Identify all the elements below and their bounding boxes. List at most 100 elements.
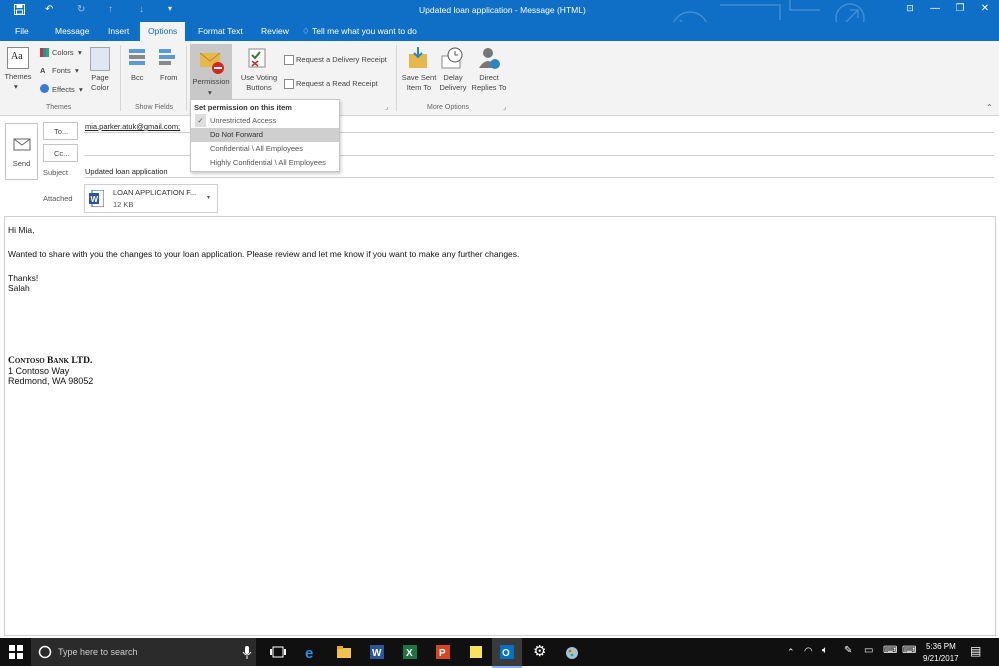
group-show-fields-label: Show Fields bbox=[135, 104, 174, 111]
network-icon[interactable]: ◠ bbox=[804, 646, 813, 657]
tab-insert[interactable]: Insert bbox=[108, 26, 129, 36]
permission-item-label: Confidential \ All Employees bbox=[210, 144, 303, 153]
save-icon[interactable] bbox=[14, 4, 25, 18]
permission-item-confidential[interactable]: Confidential \ All Employees bbox=[191, 142, 339, 156]
save-sent-icon[interactable] bbox=[407, 46, 431, 70]
up-arrow-icon[interactable]: ↑ bbox=[108, 4, 113, 15]
to-recipient[interactable]: mia.parker.atuk@gmail.com; bbox=[85, 122, 180, 131]
signature-name: Salah bbox=[8, 283, 30, 293]
word-doc-icon: W bbox=[89, 190, 104, 207]
themes-button[interactable]: Themes bbox=[3, 72, 33, 81]
subject-value[interactable]: Updated loan application bbox=[85, 167, 168, 176]
tab-review[interactable]: Review bbox=[261, 26, 289, 36]
clock-date[interactable]: 9/21/2017 bbox=[923, 654, 959, 663]
page-color-button[interactable]: Page Color bbox=[85, 73, 115, 93]
group-divider bbox=[396, 45, 397, 111]
redo-icon[interactable]: ↻ bbox=[77, 4, 85, 15]
tell-me-search[interactable]: Tell me what you want to do bbox=[312, 26, 417, 36]
attachment-chip[interactable]: W LOAN APPLICATION F... 12 KB ▾ bbox=[84, 184, 218, 213]
use-voting-buttons-button[interactable]: Use Voting Buttons bbox=[237, 73, 281, 93]
fonts-button[interactable]: Fonts bbox=[52, 66, 71, 75]
svg-text:P: P bbox=[439, 648, 446, 659]
down-arrow-icon[interactable]: ↓ bbox=[139, 4, 144, 15]
colors-button[interactable]: Colors bbox=[52, 48, 74, 57]
permission-button[interactable]: Permission ▾ bbox=[190, 44, 232, 99]
to-label: To... bbox=[54, 127, 69, 136]
window-title: Updated loan application - Message (HTML… bbox=[419, 5, 586, 15]
tab-options[interactable]: Options bbox=[140, 22, 186, 41]
collapse-ribbon-icon[interactable]: ⌃ bbox=[986, 103, 993, 112]
tab-format-text[interactable]: Format Text bbox=[198, 26, 243, 36]
excel-icon[interactable]: X bbox=[402, 644, 418, 660]
checkmark-icon: ✓ bbox=[195, 114, 206, 127]
close-button[interactable]: ✕ bbox=[975, 3, 995, 17]
task-view-icon[interactable] bbox=[270, 644, 286, 660]
permission-item-highly-confidential[interactable]: Highly Confidential \ All Employees bbox=[191, 156, 339, 170]
delay-delivery-button[interactable]: Delay Delivery bbox=[437, 73, 469, 93]
send-button[interactable]: Send bbox=[5, 123, 38, 180]
ribbon-display-icon[interactable]: ⊡ bbox=[900, 3, 920, 17]
minimize-button[interactable]: — bbox=[925, 3, 945, 17]
settings-gear-icon[interactable]: ⚙ bbox=[533, 642, 549, 660]
direct-replies-button[interactable]: Direct Replies To bbox=[470, 73, 508, 93]
powerpoint-icon[interactable]: P bbox=[435, 644, 451, 660]
read-receipt-label: Request a Read Receipt bbox=[296, 79, 378, 88]
dialog-launcher-icon[interactable]: ⌟ bbox=[503, 103, 506, 111]
permission-item-unrestricted[interactable]: ✓ Unrestricted Access bbox=[191, 114, 339, 128]
effects-button[interactable]: Effects bbox=[52, 85, 75, 94]
voting-buttons-icon[interactable] bbox=[247, 47, 267, 69]
group-more-options-label: More Options bbox=[427, 104, 470, 111]
from-icon[interactable] bbox=[158, 48, 178, 66]
attachment-size: 12 KB bbox=[113, 200, 134, 209]
circuit-decoration bbox=[673, 0, 865, 22]
taskbar: Type here to search e W X P O ⚙ ⌃ ◠ 🔈︎ ✎… bbox=[0, 638, 999, 668]
touch-keyboard-icon[interactable]: ⌨ bbox=[883, 645, 897, 656]
delivery-receipt-checkbox[interactable] bbox=[284, 55, 294, 65]
taskbar-search[interactable]: Type here to search bbox=[31, 638, 256, 666]
undo-icon[interactable]: ↶ bbox=[45, 4, 53, 15]
address-line-2: Redmond, WA 98052 bbox=[8, 376, 94, 386]
themes-icon[interactable]: Aa bbox=[7, 47, 29, 69]
to-button[interactable]: To... bbox=[43, 122, 78, 140]
cc-button[interactable]: Cc... bbox=[43, 144, 78, 162]
bcc-icon[interactable] bbox=[128, 48, 146, 66]
pen-icon[interactable]: ✎ bbox=[844, 645, 852, 656]
chevron-down-icon: ▾ bbox=[79, 85, 83, 94]
clock-time[interactable]: 5:36 PM bbox=[926, 642, 956, 651]
title-bar: ↶ ↻ ↑ ↓ ▾ Updated loan application - Mes… bbox=[0, 0, 999, 22]
action-center-icon[interactable]: ▤ bbox=[970, 644, 981, 658]
dialog-launcher-icon[interactable]: ⌟ bbox=[385, 103, 388, 111]
volume-icon[interactable]: 🔈︎ bbox=[822, 645, 828, 656]
direct-replies-icon[interactable] bbox=[477, 46, 501, 70]
sticky-notes-icon[interactable] bbox=[468, 644, 484, 660]
bcc-button[interactable]: Bcc bbox=[131, 73, 144, 82]
keyboard-icon[interactable]: ⌨ bbox=[902, 645, 916, 656]
outlook-taskbar-button[interactable]: O bbox=[492, 638, 522, 668]
outlook-icon: O bbox=[500, 645, 514, 659]
permission-item-do-not-forward[interactable]: Do Not Forward bbox=[191, 128, 339, 142]
word-icon[interactable]: W bbox=[369, 644, 385, 660]
tab-message[interactable]: Message bbox=[55, 26, 90, 36]
chevron-up-icon[interactable]: ⌃ bbox=[787, 647, 795, 658]
permission-dropdown-header: Set permission on this item bbox=[194, 103, 292, 112]
maximize-button[interactable]: ❐ bbox=[950, 3, 970, 17]
paint-icon[interactable] bbox=[564, 644, 580, 660]
page-color-icon[interactable] bbox=[90, 47, 110, 71]
greeting: Hi Mia, bbox=[8, 225, 35, 235]
svg-text:e: e bbox=[305, 645, 313, 660]
thanks: Thanks! bbox=[8, 273, 39, 283]
attached-label: Attached bbox=[43, 194, 73, 203]
read-receipt-checkbox[interactable] bbox=[284, 79, 294, 89]
tab-file[interactable]: File bbox=[15, 26, 29, 36]
chevron-down-icon[interactable]: ▾ bbox=[168, 4, 172, 13]
from-button[interactable]: From bbox=[160, 73, 178, 82]
edge-icon[interactable]: e bbox=[303, 644, 319, 660]
delay-delivery-icon[interactable] bbox=[440, 46, 464, 70]
chevron-down-icon[interactable]: ▾ bbox=[207, 194, 210, 201]
permission-item-label: Highly Confidential \ All Employees bbox=[210, 158, 326, 167]
battery-icon[interactable]: ▭ bbox=[864, 645, 873, 656]
file-explorer-icon[interactable] bbox=[336, 644, 352, 660]
windows-start-icon[interactable] bbox=[8, 644, 24, 660]
save-sent-item-button[interactable]: Save Sent Item To bbox=[400, 73, 438, 93]
microphone-icon[interactable] bbox=[242, 645, 252, 659]
